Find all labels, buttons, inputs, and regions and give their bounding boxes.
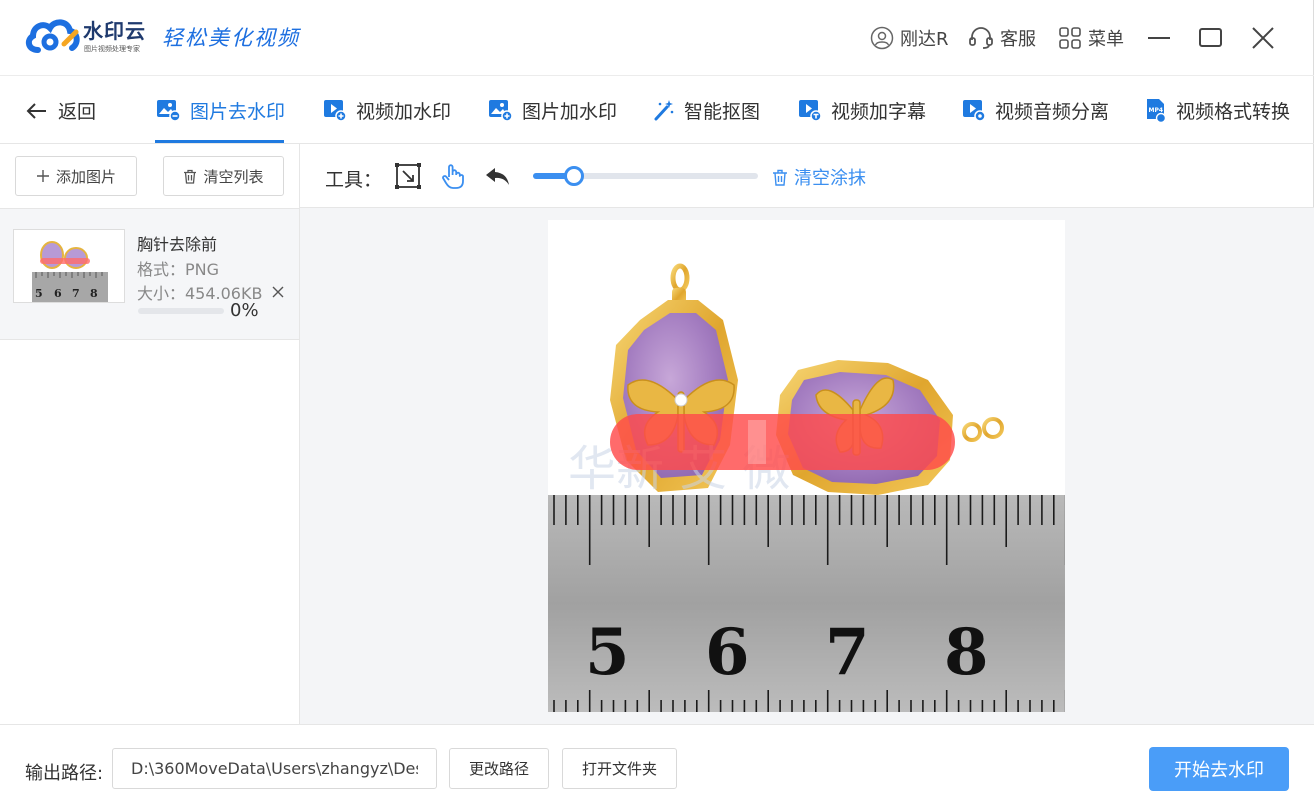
video-audio-icon bbox=[963, 100, 986, 122]
tab-video-format-convert[interactable]: MP4 视频格式转换 bbox=[1145, 95, 1290, 125]
headset-icon bbox=[969, 27, 993, 49]
remove-file-icon[interactable] bbox=[270, 284, 286, 300]
mp4-file-icon: MP4 bbox=[1147, 99, 1167, 123]
user-icon bbox=[870, 26, 894, 50]
ruler-number: 5 bbox=[585, 615, 630, 690]
brooch-photo: 华新 艾 微 5 6 7 8 bbox=[548, 220, 1065, 712]
image-remove-icon bbox=[157, 100, 181, 122]
svg-text:8: 8 bbox=[90, 287, 98, 300]
maximize-icon[interactable] bbox=[1195, 22, 1227, 54]
svg-text:6: 6 bbox=[54, 287, 62, 300]
brand-name: 水印云 bbox=[83, 19, 146, 43]
tab-video-add-watermark[interactable]: 视频加水印 bbox=[323, 95, 451, 125]
brush-size-slider[interactable] bbox=[533, 166, 758, 186]
tab-label: 智能抠图 bbox=[684, 100, 761, 123]
tab-label: 视频加水印 bbox=[356, 100, 452, 123]
ruler-number: 6 bbox=[705, 615, 750, 690]
ruler-number: 7 bbox=[825, 615, 870, 690]
plus-icon bbox=[36, 170, 49, 182]
tab-image-watermark-removal[interactable]: 图片去水印 bbox=[156, 95, 285, 125]
file-list-sidebar: 添加图片 清空列表 5 6 7 8 胸针去除前 格式：PNG 大小：454.06… bbox=[0, 144, 300, 724]
file-name: 胸针去除前 bbox=[137, 235, 218, 254]
add-image-button[interactable]: 添加图片 bbox=[15, 156, 137, 196]
ruler-number: 8 bbox=[944, 615, 989, 690]
video-subtitle-icon bbox=[799, 100, 822, 122]
video-add-icon bbox=[324, 100, 347, 122]
brand-slogan: 轻松美化视频 bbox=[162, 26, 300, 50]
svg-text:7: 7 bbox=[72, 287, 80, 300]
tab-image-add-watermark[interactable]: 图片加水印 bbox=[488, 95, 617, 125]
trash-icon bbox=[773, 169, 787, 186]
grid-menu-icon bbox=[1059, 27, 1081, 49]
app-window: 水印云 图片视频处理专家 轻松美化视频 刚达R 客服 菜单 返回 图片去水印 视… bbox=[0, 0, 1314, 810]
customer-service-button[interactable]: 客服 bbox=[968, 24, 1036, 52]
file-list-item[interactable]: 5 6 7 8 胸针去除前 格式：PNG 大小：454.06KB 0% bbox=[0, 208, 299, 340]
add-image-label: 添加图片 bbox=[55, 167, 116, 186]
preview-image[interactable]: 华新 艾 微 5 6 7 8 bbox=[548, 220, 1065, 712]
preview-canvas[interactable]: 华新 艾 微 5 6 7 8 bbox=[300, 208, 1314, 724]
clear-smear-button[interactable]: 清空涂抹 bbox=[772, 164, 866, 190]
minimize-icon[interactable] bbox=[1143, 22, 1175, 54]
rect-select-icon[interactable] bbox=[394, 162, 422, 190]
image-add-icon bbox=[489, 100, 513, 122]
tools-label: 工具： bbox=[325, 169, 383, 191]
file-format: 格式：PNG bbox=[137, 260, 220, 279]
title-bar: 水印云 图片视频处理专家 轻松美化视频 刚达R 客服 菜单 bbox=[0, 0, 1314, 76]
start-remove-watermark-button[interactable]: 开始去水印 bbox=[1149, 747, 1289, 791]
tab-video-add-subtitle[interactable]: 视频加字幕 bbox=[798, 95, 926, 125]
file-progress-text: 0% bbox=[230, 300, 259, 321]
menu-label: 菜单 bbox=[1088, 29, 1124, 50]
undo-icon[interactable] bbox=[483, 162, 511, 190]
back-label: 返回 bbox=[58, 101, 97, 123]
magic-wand-icon bbox=[654, 100, 674, 121]
output-path-label: 输出路径: bbox=[25, 763, 104, 784]
output-path-field[interactable] bbox=[112, 748, 437, 789]
close-icon[interactable] bbox=[1247, 22, 1279, 54]
tab-label: 视频格式转换 bbox=[1176, 100, 1291, 123]
menu-button[interactable]: 菜单 bbox=[1058, 24, 1124, 52]
back-button[interactable]: 返回 bbox=[26, 97, 96, 124]
tab-label: 图片去水印 bbox=[190, 100, 286, 123]
clear-list-button[interactable]: 清空列表 bbox=[163, 156, 284, 196]
edit-toolbar: 工具： 清空涂抹 bbox=[300, 144, 1314, 208]
tab-smart-cutout[interactable]: 智能抠图 bbox=[653, 95, 760, 125]
clear-list-label: 清空列表 bbox=[203, 167, 264, 186]
hand-pan-icon[interactable] bbox=[439, 162, 467, 190]
user-name: 刚达R bbox=[900, 29, 949, 50]
file-progress-bar bbox=[138, 308, 224, 314]
brand-subtitle: 图片视频处理专家 bbox=[84, 45, 140, 53]
logo-cloud-icon bbox=[25, 19, 80, 53]
file-thumbnail: 5 6 7 8 bbox=[13, 229, 125, 303]
output-footer: 输出路径: 更改路径 打开文件夹 开始去水印 bbox=[0, 724, 1314, 810]
tab-label: 视频加字幕 bbox=[831, 100, 927, 123]
tab-label: 视频音频分离 bbox=[995, 100, 1110, 123]
change-path-button[interactable]: 更改路径 bbox=[449, 748, 549, 789]
tab-video-audio-separation[interactable]: 视频音频分离 bbox=[962, 95, 1109, 125]
brush-size-knob[interactable] bbox=[563, 166, 584, 186]
svg-text:5: 5 bbox=[35, 287, 43, 300]
trash-icon bbox=[184, 169, 197, 184]
tab-label: 图片加水印 bbox=[522, 100, 618, 123]
active-tab-indicator bbox=[155, 140, 284, 143]
clear-smear-label: 清空涂抹 bbox=[794, 168, 866, 189]
arrow-left-icon bbox=[26, 102, 46, 119]
customer-service-label: 客服 bbox=[1000, 29, 1036, 50]
open-folder-button[interactable]: 打开文件夹 bbox=[562, 748, 677, 789]
feature-tab-bar: 返回 图片去水印 视频加水印 图片加水印 智能抠图 视频加字幕 视频音频分离 M… bbox=[0, 77, 1314, 144]
user-account[interactable]: 刚达R bbox=[870, 24, 949, 52]
